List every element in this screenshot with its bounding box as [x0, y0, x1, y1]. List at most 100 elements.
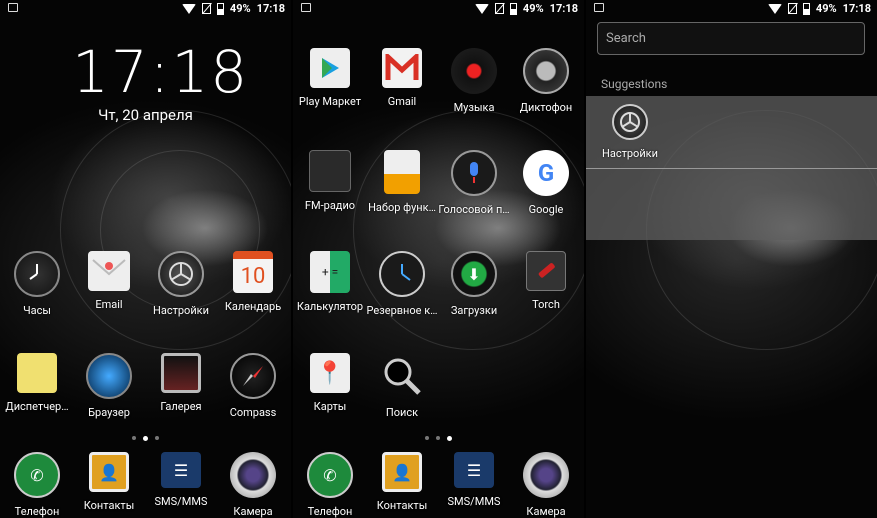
- app-label: Диспетчер…: [5, 400, 69, 413]
- wifi-icon: [181, 3, 196, 14]
- app-label: Настройки: [602, 147, 658, 160]
- app-calendar[interactable]: 10 Календарь: [217, 251, 289, 313]
- date-widget[interactable]: Чт, 20 апреля: [0, 106, 291, 124]
- search-input[interactable]: Search: [597, 22, 865, 55]
- dock-sms[interactable]: ☰ SMS/MMS: [145, 452, 217, 508]
- app-gmail[interactable]: Gmail: [366, 48, 438, 108]
- app-label: Калькулятор: [296, 300, 364, 313]
- app-email[interactable]: Email: [73, 251, 145, 311]
- app-music[interactable]: Музыка: [438, 48, 510, 114]
- app-label: Телефон: [14, 505, 60, 518]
- app-recorder[interactable]: Диктофон: [510, 48, 582, 114]
- search-screen: 49% 17:18 Search Suggestions Настройки: [586, 0, 877, 518]
- battery-percent: 49%: [815, 2, 837, 15]
- play-store-icon: [310, 48, 350, 88]
- app-downloads[interactable]: ⬇ Загрузки: [438, 251, 510, 317]
- app-google[interactable]: G Google: [510, 150, 582, 216]
- dock-contacts[interactable]: 👤 Контакты: [366, 452, 438, 512]
- dock-camera[interactable]: Камера: [217, 452, 289, 518]
- app-label: Карты: [313, 400, 347, 413]
- app-play-market[interactable]: Play Маркет: [294, 48, 366, 108]
- app-label: Поиск: [385, 406, 419, 419]
- backup-clock-icon: [379, 251, 425, 297]
- app-label: Диктофон: [519, 101, 573, 114]
- app-label: Камера: [233, 505, 273, 518]
- contacts-icon: 👤: [382, 452, 422, 492]
- app-label: Загрузки: [450, 304, 498, 317]
- app-browser[interactable]: Браузер: [73, 353, 145, 419]
- suggestions-panel: Настройки: [586, 96, 877, 240]
- app-label: Камера: [526, 505, 566, 518]
- app-label: Галерея: [160, 400, 202, 413]
- no-sim-icon: [494, 3, 504, 14]
- message-icon: ☰: [161, 452, 201, 488]
- app-label: Play Маркет: [298, 95, 362, 108]
- clock-icon: [14, 251, 60, 297]
- radio-icon: [309, 150, 351, 192]
- status-bar: 49% 17:18: [586, 0, 877, 18]
- torch-icon: [526, 251, 566, 291]
- app-label: Gmail: [387, 95, 417, 108]
- google-g-icon: G: [523, 150, 569, 196]
- app-label: Календарь: [224, 300, 282, 313]
- document-icon: [384, 150, 420, 194]
- app-label: Набор функ…: [368, 201, 436, 214]
- dock-contacts[interactable]: 👤 Контакты: [73, 452, 145, 512]
- app-search[interactable]: Поиск: [366, 353, 438, 419]
- status-bar: 49% 17:18: [293, 0, 584, 18]
- wifi-icon: [767, 3, 782, 14]
- app-label: Музыка: [453, 101, 495, 114]
- magnifier-icon: [379, 353, 425, 399]
- app-dialer-pad[interactable]: Набор функ…: [366, 150, 438, 214]
- app-label: Резервное к…: [366, 304, 438, 317]
- folder-icon: [17, 353, 57, 393]
- app-gallery[interactable]: Галерея: [145, 353, 217, 413]
- divider: [586, 168, 877, 169]
- suggestions-heading: Suggestions: [601, 77, 668, 91]
- image-notification-icon: [301, 3, 311, 12]
- settings-icon: [158, 251, 204, 297]
- download-icon: ⬇: [451, 251, 497, 297]
- dock-phone[interactable]: ✆ Телефон: [1, 452, 73, 518]
- app-label: Torch: [532, 298, 560, 311]
- clock-widget[interactable]: 17:18: [72, 38, 249, 106]
- map-pin-icon: 📍: [310, 353, 350, 393]
- camera-icon: [230, 452, 276, 498]
- app-clock[interactable]: Часы: [1, 251, 73, 317]
- home-screen-1: 49% 17:18 17:18 Чт, 20 апреля Часы Email …: [0, 0, 291, 518]
- app-label: Google: [528, 203, 564, 216]
- app-settings[interactable]: Настройки: [145, 251, 217, 317]
- battery-percent: 49%: [522, 2, 544, 15]
- dock-sms[interactable]: ☰ SMS/MMS: [438, 452, 510, 508]
- battery-icon: [509, 2, 517, 15]
- app-label: Телефон: [307, 505, 353, 518]
- app-calculator[interactable]: + = Калькулятор: [294, 251, 366, 313]
- status-time: 17:18: [842, 2, 871, 15]
- app-voice-search[interactable]: Голосовой п…: [438, 150, 510, 216]
- phone-icon: ✆: [307, 452, 353, 498]
- status-time: 17:18: [256, 2, 285, 15]
- app-label: Настройки: [153, 304, 209, 317]
- app-compass[interactable]: Compass: [217, 353, 289, 419]
- app-fm-radio[interactable]: FM-радио: [294, 150, 366, 212]
- page-indicator: [0, 436, 291, 441]
- app-torch[interactable]: Torch: [510, 251, 582, 311]
- dock-phone[interactable]: ✆ Телефон: [294, 452, 366, 518]
- home-screen-2: 49% 17:18 Play Маркет Gmail Музыка Диктоф…: [293, 0, 584, 518]
- music-disc-icon: [451, 48, 497, 94]
- dock-camera[interactable]: Камера: [510, 452, 582, 518]
- suggestion-settings[interactable]: Настройки: [594, 104, 666, 160]
- app-label: SMS/MMS: [154, 495, 208, 508]
- message-icon: ☰: [454, 452, 494, 488]
- app-label: Compass: [229, 406, 277, 419]
- wifi-icon: [474, 3, 489, 14]
- battery-icon: [216, 2, 224, 15]
- app-file-manager[interactable]: Диспетчер…: [1, 353, 73, 413]
- battery-icon: [802, 2, 810, 15]
- app-label: Контакты: [83, 499, 135, 512]
- app-label: Браузер: [88, 406, 130, 419]
- gallery-icon: [161, 353, 201, 393]
- calculator-icon: + =: [310, 251, 350, 293]
- app-maps[interactable]: 📍 Карты: [294, 353, 366, 413]
- app-backup[interactable]: Резервное к…: [366, 251, 438, 317]
